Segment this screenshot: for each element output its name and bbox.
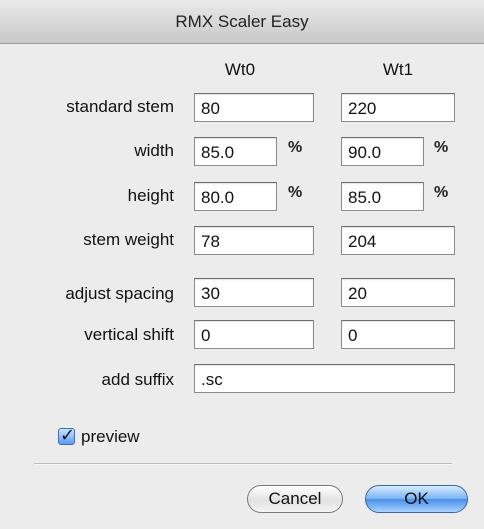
preview-label[interactable]: preview bbox=[81, 427, 140, 447]
width-wt1-field[interactable] bbox=[341, 137, 424, 166]
vertical-shift-wt1-field[interactable] bbox=[341, 320, 455, 349]
stem-weight-wt0-field[interactable] bbox=[194, 226, 314, 255]
window-title: RMX Scaler Easy bbox=[175, 12, 309, 31]
preview-checkbox[interactable]: ✓ bbox=[58, 425, 75, 445]
separator-line bbox=[34, 463, 452, 465]
label-width: width bbox=[134, 141, 174, 160]
width-wt0-percent-label: % bbox=[288, 139, 303, 156]
width-wt1-percent-label: % bbox=[434, 139, 449, 156]
label-height: height bbox=[127, 186, 174, 205]
label-standard-stem: standard stem bbox=[66, 97, 174, 116]
vertical-shift-wt0-field[interactable] bbox=[194, 320, 314, 349]
add-suffix-field[interactable] bbox=[194, 364, 455, 393]
cancel-button[interactable]: Cancel bbox=[247, 485, 343, 513]
height-wt1-percent-label: % bbox=[434, 184, 449, 201]
adjust-spacing-wt1-field[interactable] bbox=[341, 278, 455, 307]
width-wt0-field[interactable] bbox=[194, 137, 277, 166]
height-wt0-field[interactable] bbox=[194, 182, 277, 211]
label-adjust-spacing: adjust spacing bbox=[65, 284, 174, 303]
ok-button[interactable]: OK bbox=[365, 485, 468, 513]
label-vertical-shift: vertical shift bbox=[84, 325, 174, 344]
standard-stem-wt1-field[interactable] bbox=[341, 93, 455, 122]
adjust-spacing-wt0-field[interactable] bbox=[194, 278, 314, 307]
column-header-wt1: Wt1 bbox=[382, 60, 414, 79]
stem-weight-wt1-field[interactable] bbox=[341, 226, 455, 255]
title-bar[interactable]: RMX Scaler Easy bbox=[0, 0, 484, 44]
column-header-wt0: Wt0 bbox=[224, 60, 256, 79]
label-add-suffix: add suffix bbox=[101, 370, 174, 389]
height-wt1-field[interactable] bbox=[341, 182, 424, 211]
label-stem-weight: stem weight bbox=[83, 230, 174, 249]
dialog-window: RMX Scaler Easy Wt0 Wt1 standard stem wi… bbox=[0, 0, 484, 529]
checkmark-icon: ✓ bbox=[60, 425, 76, 445]
height-wt0-percent-label: % bbox=[288, 184, 303, 201]
standard-stem-wt0-field[interactable] bbox=[194, 93, 314, 122]
